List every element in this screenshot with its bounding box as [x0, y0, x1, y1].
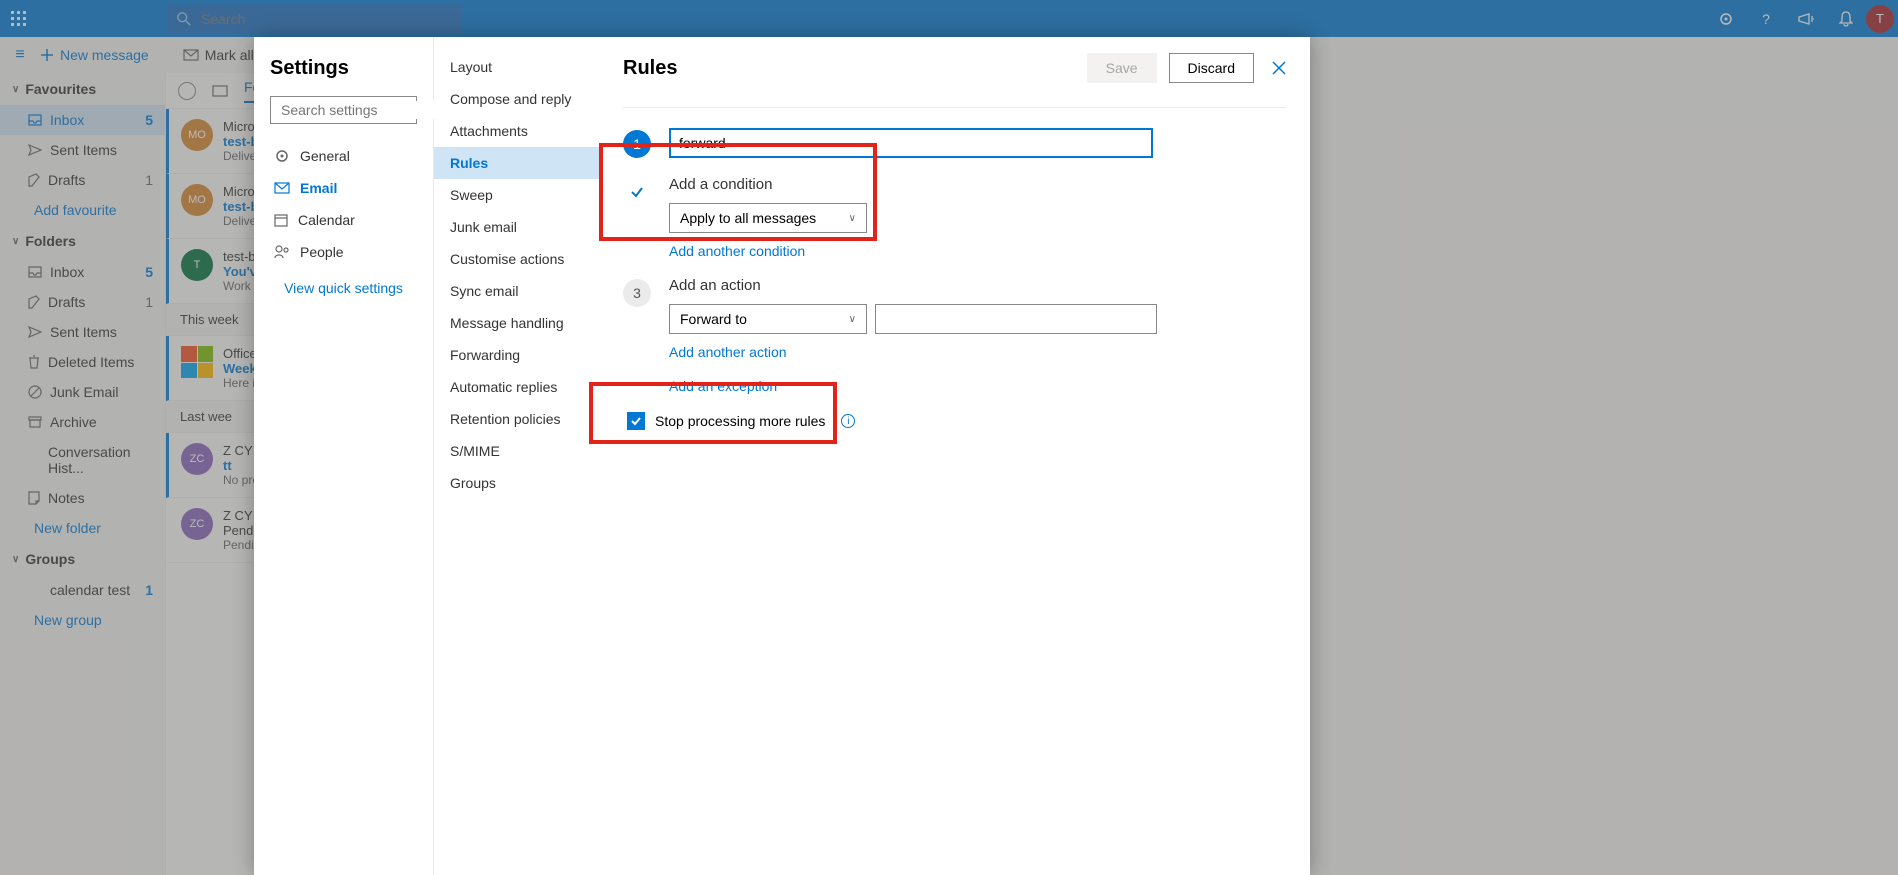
save-button[interactable]: Save — [1087, 53, 1157, 83]
action-dropdown[interactable]: Forward to ∨ — [669, 304, 867, 334]
settings-cat-email[interactable]: Email — [270, 172, 417, 204]
rule-name-input[interactable] — [669, 128, 1153, 158]
chevron-down-icon: ∨ — [849, 213, 856, 224]
add-action-link[interactable]: Add another action — [669, 344, 787, 360]
settings-sub-s-mime[interactable]: S/MIME — [434, 435, 599, 467]
gear-icon — [274, 148, 290, 164]
settings-title: Settings — [270, 57, 417, 80]
settings-detail-pane: Rules Save Discard 1 Add a condition App… — [599, 37, 1310, 875]
chevron-down-icon: ∨ — [849, 314, 856, 325]
check-icon — [630, 415, 642, 427]
settings-categories: Settings General Email Calendar People V… — [254, 37, 434, 875]
settings-sub-groups[interactable]: Groups — [434, 467, 599, 499]
settings-sub-attachments[interactable]: Attachments — [434, 115, 599, 147]
step-1-badge: 1 — [623, 130, 651, 158]
settings-cat-calendar[interactable]: Calendar — [270, 204, 417, 236]
forward-to-input[interactable] — [875, 304, 1157, 334]
close-button[interactable] — [1272, 61, 1286, 75]
envelope-icon — [274, 182, 290, 194]
settings-sub-retention-policies[interactable]: Retention policies — [434, 403, 599, 435]
settings-subcategories: LayoutCompose and replyAttachmentsRulesS… — [434, 37, 599, 875]
settings-sub-rules[interactable]: Rules — [434, 147, 599, 179]
calendar-icon — [274, 213, 288, 227]
discard-button[interactable]: Discard — [1169, 53, 1254, 83]
condition-title: Add a condition — [669, 176, 1286, 193]
settings-sub-automatic-replies[interactable]: Automatic replies — [434, 371, 599, 403]
add-exception-link[interactable]: Add an exception — [669, 378, 777, 394]
check-icon — [630, 185, 644, 199]
settings-cat-people[interactable]: People — [270, 236, 417, 268]
settings-cat-general[interactable]: General — [270, 140, 417, 172]
stop-processing-checkbox[interactable] — [627, 412, 645, 430]
action-title: Add an action — [669, 277, 1286, 294]
view-quick-settings[interactable]: View quick settings — [270, 280, 417, 296]
settings-sub-sweep[interactable]: Sweep — [434, 179, 599, 211]
step-3-badge: 3 — [623, 279, 651, 307]
add-condition-link[interactable]: Add another condition — [669, 243, 805, 259]
settings-sub-junk-email[interactable]: Junk email — [434, 211, 599, 243]
step-2-badge — [623, 178, 651, 206]
info-icon[interactable]: i — [841, 414, 855, 428]
rules-pane-title: Rules — [623, 57, 1087, 80]
settings-sub-compose-and-reply[interactable]: Compose and reply — [434, 83, 599, 115]
settings-sub-sync-email[interactable]: Sync email — [434, 275, 599, 307]
settings-sub-layout[interactable]: Layout — [434, 51, 599, 83]
condition-dropdown[interactable]: Apply to all messages ∨ — [669, 203, 867, 233]
settings-sub-customise-actions[interactable]: Customise actions — [434, 243, 599, 275]
people-icon — [274, 245, 290, 259]
close-icon — [1272, 61, 1286, 75]
settings-dialog: Settings General Email Calendar People V… — [254, 37, 1310, 875]
settings-sub-message-handling[interactable]: Message handling — [434, 307, 599, 339]
stop-processing-label: Stop processing more rules — [655, 413, 825, 429]
settings-search[interactable] — [270, 96, 417, 124]
settings-sub-forwarding[interactable]: Forwarding — [434, 339, 599, 371]
